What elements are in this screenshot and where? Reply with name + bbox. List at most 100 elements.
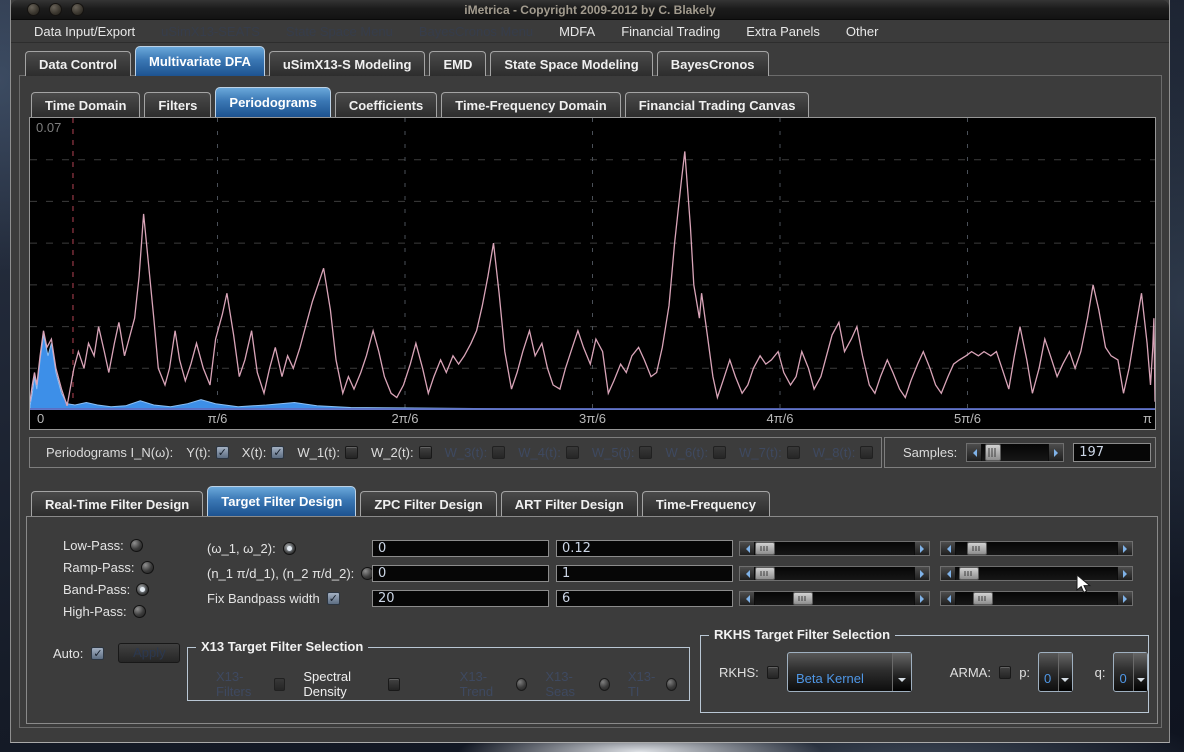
- band-parameter-row-1: (n_1 π/d_1), (n_2 π/d_2):: [207, 565, 374, 582]
- tab-mdfa-periodograms[interactable]: Periodograms: [215, 87, 330, 117]
- band-pass-radio[interactable]: [136, 583, 149, 596]
- bandpass-width-scrollbar-2[interactable]: [940, 591, 1133, 606]
- omega2-field[interactable]: [556, 540, 733, 557]
- scroll-left-button[interactable]: [967, 444, 982, 461]
- scroll-right-button[interactable]: [914, 592, 929, 605]
- n2-scrollbar[interactable]: [940, 566, 1133, 581]
- scroll-track[interactable]: [982, 444, 1048, 461]
- x-t-checkbox[interactable]: [271, 446, 284, 459]
- scroll-track[interactable]: [956, 542, 1117, 555]
- scroll-left-button[interactable]: [941, 542, 956, 555]
- scroll-thumb[interactable]: [985, 444, 1001, 461]
- scroll-left-button[interactable]: [941, 567, 956, 580]
- menu-item-extra-panels[interactable]: Extra Panels: [733, 24, 833, 39]
- bandpass-width-field-1[interactable]: [372, 590, 549, 607]
- scroll-thumb[interactable]: [755, 567, 775, 580]
- auto-checkbox[interactable]: [91, 647, 104, 660]
- fix-bandpass-width-checkbox[interactable]: [327, 592, 340, 605]
- n1-field[interactable]: [372, 565, 549, 582]
- omega1-field[interactable]: [372, 540, 549, 557]
- y-t-checkbox[interactable]: [216, 446, 229, 459]
- window-minimize-button[interactable]: [49, 3, 62, 16]
- tab-filter-target-filter-design[interactable]: Target Filter Design: [207, 486, 356, 516]
- tab-mdfa-coefficients[interactable]: Coefficients: [335, 92, 437, 117]
- tab-main-state-space-modeling[interactable]: State Space Modeling: [490, 51, 652, 76]
- high-pass-radio[interactable]: [133, 605, 146, 618]
- chevron-down-icon[interactable]: [1058, 653, 1072, 691]
- scroll-thumb[interactable]: [967, 542, 987, 555]
- rkhs-label: RKHS:: [719, 665, 759, 680]
- periodogram-plot: 0.07 0π/62π/63π/64π/65π/6π: [29, 117, 1156, 430]
- tab-main-data-control[interactable]: Data Control: [25, 51, 131, 76]
- samples-scrollbar[interactable]: [966, 443, 1064, 462]
- scroll-right-button[interactable]: [1048, 444, 1063, 461]
- scroll-left-button[interactable]: [740, 567, 755, 580]
- w-1-t-checkbox[interactable]: [345, 446, 358, 459]
- scroll-left-button[interactable]: [740, 592, 755, 605]
- bandpass-width-field-2[interactable]: [556, 590, 733, 607]
- chevron-down-icon[interactable]: [1133, 653, 1147, 691]
- tab-mdfa-filters[interactable]: Filters: [144, 92, 211, 117]
- right-chevron-icon: [1123, 595, 1131, 603]
- x13-option-label: X13-Trend: [460, 669, 511, 699]
- menu-item-financial-trading[interactable]: Financial Trading: [608, 24, 733, 39]
- tab-mdfa-time-domain[interactable]: Time Domain: [31, 92, 140, 117]
- samples-label: Samples:: [903, 445, 957, 460]
- low-pass-radio[interactable]: [130, 539, 143, 552]
- tab-main-multivariate-dfa[interactable]: Multivariate DFA: [135, 46, 265, 76]
- scroll-right-button[interactable]: [1117, 542, 1132, 555]
- tab-filter-time-frequency[interactable]: Time-Frequency: [642, 491, 770, 516]
- title-bar[interactable]: iMetrica - Copyright 2009-2012 by C. Bla…: [11, 0, 1169, 20]
- menu-item-bayescronos-menu: BayesCronos Menu: [406, 24, 546, 39]
- kernel-dropdown[interactable]: Beta Kernel: [787, 652, 912, 692]
- 1-2-radio[interactable]: [283, 542, 296, 555]
- scroll-thumb[interactable]: [793, 592, 813, 605]
- scroll-left-button[interactable]: [740, 542, 755, 555]
- band-parameter-label: Fix Bandpass width: [207, 591, 320, 606]
- scroll-track[interactable]: [755, 567, 914, 580]
- bandpass-width-scrollbar-1[interactable]: [739, 591, 930, 606]
- scroll-thumb[interactable]: [959, 567, 979, 580]
- x13-option-x13-filters: X13-Filters: [216, 669, 285, 699]
- menu-item-other[interactable]: Other: [833, 24, 892, 39]
- chevron-down-icon[interactable]: [892, 653, 911, 691]
- arma-checkbox[interactable]: [999, 666, 1011, 679]
- menu-item-mdfa[interactable]: MDFA: [546, 24, 608, 39]
- p-dropdown[interactable]: 0: [1038, 652, 1073, 692]
- periodogram-toggle-w-6-t: W_6(t):: [665, 445, 726, 460]
- q-dropdown[interactable]: 0: [1113, 652, 1148, 692]
- tab-mdfa-financial-trading-canvas[interactable]: Financial Trading Canvas: [625, 92, 810, 117]
- rkhs-checkbox[interactable]: [767, 666, 779, 679]
- window-close-button[interactable]: [27, 3, 40, 16]
- window-maximize-button[interactable]: [71, 3, 84, 16]
- scroll-right-button[interactable]: [914, 567, 929, 580]
- omega1-scrollbar[interactable]: [739, 541, 930, 556]
- scroll-right-button[interactable]: [1117, 567, 1132, 580]
- scroll-track[interactable]: [755, 542, 914, 555]
- tab-filter-real-time-filter-design[interactable]: Real-Time Filter Design: [31, 491, 203, 516]
- omega2-scrollbar[interactable]: [940, 541, 1133, 556]
- scroll-thumb[interactable]: [755, 542, 775, 555]
- scroll-thumb[interactable]: [973, 592, 993, 605]
- tab-mdfa-time-frequency-domain[interactable]: Time-Frequency Domain: [441, 92, 620, 117]
- left-chevron-icon: [742, 595, 750, 603]
- tab-main-usimx13-s-modeling[interactable]: uSimX13-S Modeling: [269, 51, 426, 76]
- samples-field[interactable]: [1073, 443, 1151, 462]
- n2-field[interactable]: [556, 565, 733, 582]
- tab-filter-art-filter-design[interactable]: ART Filter Design: [501, 491, 638, 516]
- periodogram-toggle-x-t: X(t):: [242, 445, 285, 460]
- periodogram-toggle-w-2-t: W_2(t):: [371, 445, 432, 460]
- spectral-density-checkbox[interactable]: [388, 678, 399, 691]
- w-2-t-checkbox[interactable]: [419, 446, 432, 459]
- scroll-right-button[interactable]: [1117, 592, 1132, 605]
- scroll-right-button[interactable]: [914, 542, 929, 555]
- scroll-track[interactable]: [755, 592, 914, 605]
- ramp-pass-radio[interactable]: [141, 561, 154, 574]
- scroll-left-button[interactable]: [941, 592, 956, 605]
- checkbox-label: W_6(t):: [665, 445, 708, 460]
- tab-main-bayescronos[interactable]: BayesCronos: [657, 51, 769, 76]
- tab-filter-zpc-filter-design[interactable]: ZPC Filter Design: [360, 491, 496, 516]
- n1-scrollbar[interactable]: [739, 566, 930, 581]
- tab-main-emd[interactable]: EMD: [429, 51, 486, 76]
- menu-item-data-input-export[interactable]: Data Input/Export: [21, 24, 148, 39]
